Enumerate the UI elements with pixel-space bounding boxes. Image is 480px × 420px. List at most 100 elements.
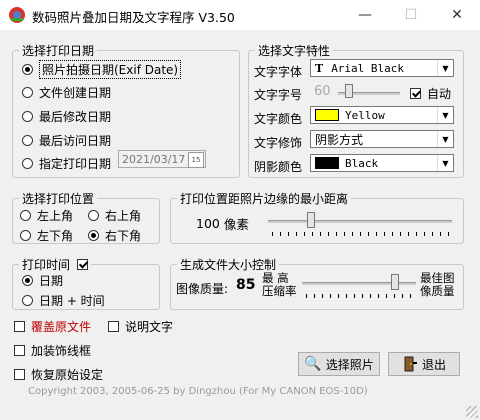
date-option-label: 最后访问日期 [39,134,112,148]
radio-accessed[interactable] [22,135,33,146]
color-label: 文字颜色 [254,112,303,126]
font-dropdown[interactable]: T Arial Black ▼ [310,59,454,77]
compression-caption: 最 高 压缩率 [262,272,297,298]
margin-slider-track[interactable] [268,220,452,223]
shadow-dropdown[interactable]: Black ▼ [310,154,454,172]
chevron-down-icon: ▼ [437,155,453,171]
size-label: 文字字号 [254,88,303,102]
radio-top-right[interactable] [88,210,99,221]
time-option-datetime[interactable]: 日期 + 时间 [22,292,105,309]
date-option-label: 文件创建日期 [39,86,112,100]
position-top-left[interactable]: 左上角 [20,207,73,224]
shadow-label: 阴影颜色 [254,160,303,174]
font-value: Arial Black [331,61,405,75]
maximize-icon: ☐ [404,7,418,23]
caption-label: 说明文字 [125,320,174,334]
position-bottom-right[interactable]: 右下角 [88,227,141,244]
margin-slider-thumb[interactable] [307,212,315,228]
magnifier-icon: 🔍 [304,356,322,372]
radio-top-left[interactable] [20,210,31,221]
resize-grip[interactable] [466,406,478,418]
compression-caption-bottom: 压缩率 [262,284,297,298]
position-label: 右下角 [105,229,142,243]
radio-created[interactable] [22,87,33,98]
chevron-down-icon: ▼ [437,60,453,76]
quality-caption: 最佳图 像质量 [420,272,455,298]
radio-exif[interactable] [22,64,33,75]
date-option-custom[interactable]: 指定打印日期 [22,155,111,172]
margin-slider-ticks [272,232,450,236]
calendar-icon[interactable]: 15 [188,152,204,168]
margin-unit: 像素 [223,217,249,232]
copyright-footer: Copyright 2003, 2005-06-25 by Dingzhou (… [28,386,368,397]
date-option-accessed[interactable]: 最后访问日期 [22,132,111,149]
overwrite-check[interactable] [14,321,25,332]
shadow-value: Black [345,156,379,170]
caption-checkbox[interactable]: 说明文字 [108,318,173,335]
black-swatch [315,157,339,169]
date-option-label: 最后修改日期 [39,110,112,124]
font-label: 文字字体 [254,65,303,79]
date-option-modified[interactable]: 最后修改日期 [22,108,111,125]
radio-modified[interactable] [22,111,33,122]
chevron-down-icon: ▼ [437,131,453,147]
auto-size-check[interactable] [410,88,421,99]
date-option-exif[interactable]: 照片拍摄日期(Exif Date) [22,60,182,79]
print-date-legend: 选择打印日期 [22,44,95,58]
margin-readout: 100 像素 [196,214,249,233]
caption-check[interactable] [108,321,119,332]
time-option-label: 日期 [39,274,64,288]
exit-label: 退出 [421,357,446,372]
radio-custom[interactable] [22,158,33,169]
position-legend: 选择打印位置 [22,192,95,206]
quality-value: 85 [236,277,256,293]
select-photo-button[interactable]: 🔍 选择照片 [298,352,380,376]
print-time-legend: 打印时间 [19,256,91,273]
text-props-legend: 选择文字特性 [258,44,331,58]
time-option-label: 日期 + 时间 [39,294,105,308]
radio-bottom-right[interactable] [88,230,99,241]
auto-size-label: 自动 [427,87,452,101]
position-bottom-left[interactable]: 左下角 [20,227,73,244]
position-label: 左上角 [37,209,74,223]
auto-size-checkbox[interactable]: 自动 [410,85,451,102]
position-label: 左下角 [37,229,74,243]
border-check[interactable] [14,345,25,356]
restore-label: 恢复原始设定 [31,368,104,382]
window-title: 数码照片叠加日期及文字程序 V3.50 [32,10,235,25]
exit-button[interactable]: 退出 [388,352,460,376]
minimize-icon[interactable]: — [342,0,388,30]
decor-dropdown[interactable]: 阴影方式 ▼ [310,130,454,148]
truetype-icon: T [315,61,324,75]
time-option-date[interactable]: 日期 [22,272,63,289]
close-icon[interactable]: ✕ [434,0,480,30]
radio-bottom-left[interactable] [20,230,31,241]
radio-datetime[interactable] [22,295,33,306]
size-value: 60 [314,84,331,99]
border-label: 加装饰线框 [31,344,92,358]
exit-door-icon [404,356,417,372]
app-icon [9,7,25,23]
color-dropdown[interactable]: Yellow ▼ [310,106,454,124]
restore-check[interactable] [14,369,25,380]
print-time-label: 打印时间 [22,258,71,272]
overwrite-checkbox[interactable]: 覆盖原文件 [14,318,91,335]
date-option-label: 指定打印日期 [39,157,112,171]
border-checkbox[interactable]: 加装饰线框 [14,342,91,359]
position-top-right[interactable]: 右上角 [88,207,141,224]
date-option-created[interactable]: 文件创建日期 [22,84,111,101]
chevron-down-icon: ▼ [437,107,453,123]
overwrite-label: 覆盖原文件 [31,320,92,334]
margin-value: 100 [196,216,220,231]
select-photo-label: 选择照片 [325,357,374,372]
quality-slider-ticks [306,294,414,298]
restore-checkbox[interactable]: 恢复原始设定 [14,366,103,383]
decor-value: 阴影方式 [315,132,364,147]
print-time-checkbox[interactable] [76,259,88,270]
color-value: Yellow [345,108,385,122]
yellow-swatch [315,109,339,121]
date-option-label: 照片拍摄日期(Exif Date) [39,60,182,79]
radio-date[interactable] [22,275,33,286]
quality-slider-thumb[interactable] [391,274,399,290]
size-slider-thumb[interactable] [345,84,353,98]
